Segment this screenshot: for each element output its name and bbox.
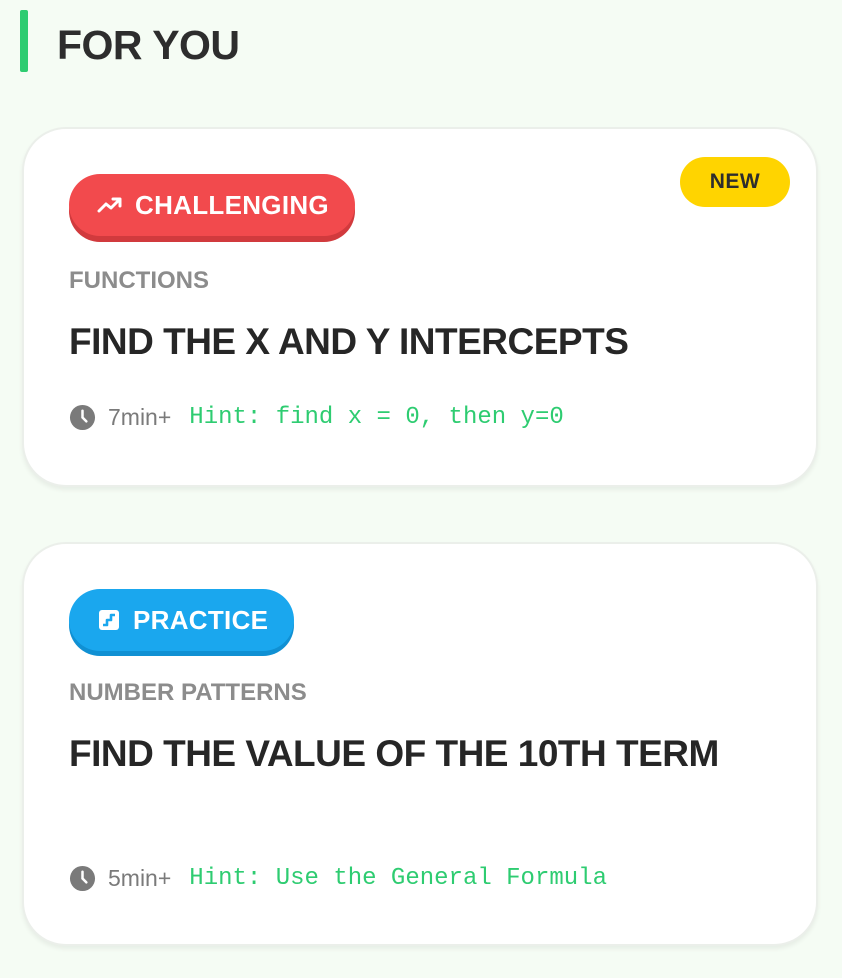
section-title: FOR YOU <box>57 22 240 68</box>
new-badge: NEW <box>680 157 790 207</box>
duration-label: 7min+ <box>108 403 172 430</box>
section-header: FOR YOU <box>20 10 420 72</box>
clock-icon <box>69 404 96 430</box>
badge-label: PRACTICE <box>133 604 269 635</box>
hint-text: Hint: find x = 0, then y=0 <box>189 403 564 431</box>
lesson-category: NUMBER PATTERNS <box>69 679 307 706</box>
trending-up-icon <box>97 197 122 213</box>
lesson-card[interactable]: PRACTICE NUMBER PATTERNS FIND THE VALUE … <box>22 542 818 946</box>
lesson-meta: 7min+ Hint: find x = 0, then y=0 <box>69 401 564 433</box>
difficulty-badge[interactable]: PRACTICE <box>69 589 295 651</box>
section-accent-bar <box>20 10 28 72</box>
lesson-title: FIND THE X AND Y INTERCEPTS <box>69 321 629 362</box>
difficulty-badge[interactable]: CHALLENGING <box>69 174 355 236</box>
practice-icon <box>99 610 119 630</box>
lesson-card[interactable]: CHALLENGING NEW FUNCTIONS FIND THE X AND… <box>22 127 818 487</box>
clock-icon <box>69 865 96 891</box>
lesson-category: FUNCTIONS <box>69 267 209 294</box>
hint-text: Hint: Use the General Formula <box>189 864 607 892</box>
badge-label: CHALLENGING <box>135 189 329 220</box>
lesson-meta: 5min+ Hint: Use the General Formula <box>69 862 607 894</box>
lesson-title: FIND THE VALUE OF THE 10TH TERM <box>69 733 719 774</box>
duration-label: 5min+ <box>108 864 172 891</box>
